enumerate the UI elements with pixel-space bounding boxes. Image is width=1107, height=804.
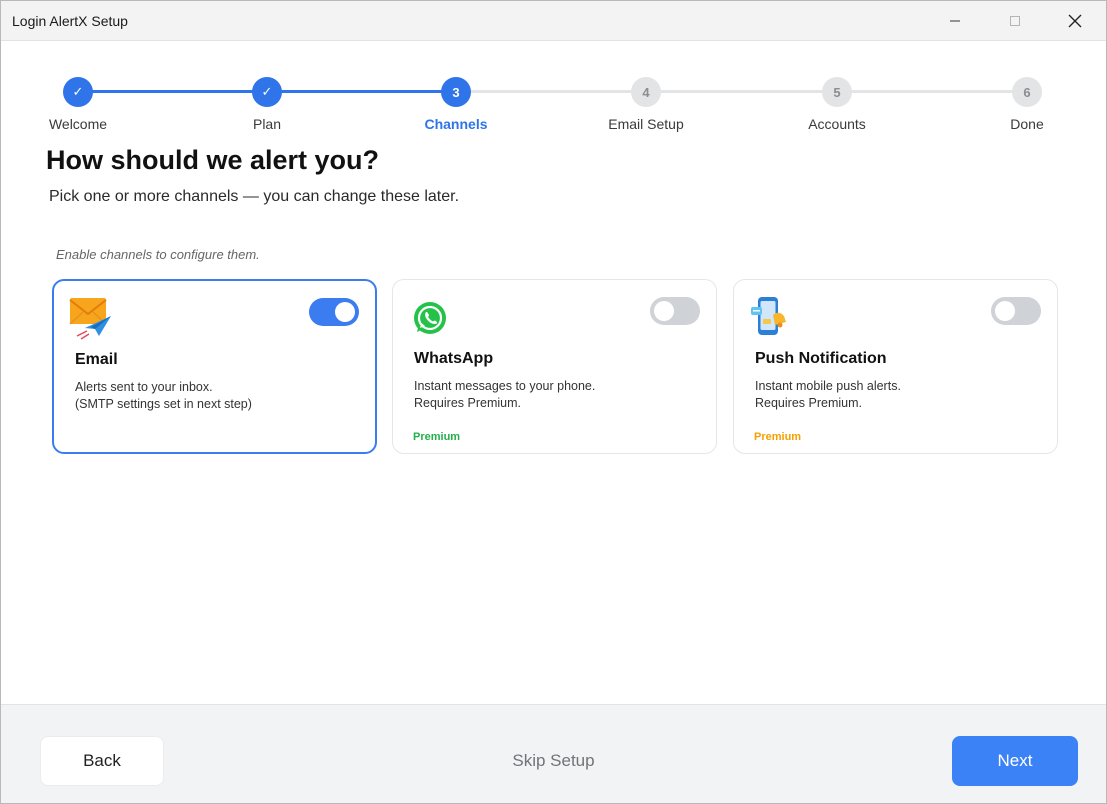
channel-name: WhatsApp bbox=[414, 350, 494, 367]
toggle-knob bbox=[995, 301, 1015, 321]
channel-description: Instant messages to your phone. Requires… bbox=[414, 378, 595, 412]
minimize-icon bbox=[950, 20, 960, 22]
channel-description-line: Requires Premium. bbox=[755, 396, 862, 410]
close-button[interactable] bbox=[1045, 1, 1105, 41]
channel-card-whatsapp[interactable]: WhatsApp Instant messages to your phone.… bbox=[392, 279, 717, 454]
next-button[interactable]: Next bbox=[952, 736, 1078, 786]
channel-description-line: Requires Premium. bbox=[414, 396, 521, 410]
title-bar: Login AlertX Setup bbox=[1, 1, 1106, 41]
channel-card-push-notification[interactable]: Push Notification Instant mobile push al… bbox=[733, 279, 1058, 454]
premium-badge: Premium bbox=[754, 431, 802, 443]
page-subtitle: Pick one or more channels — you can chan… bbox=[49, 188, 460, 205]
step-done-check: ✓ bbox=[63, 77, 93, 107]
step-done: 6 Done bbox=[967, 77, 1087, 132]
premium-badge: Premium bbox=[413, 431, 461, 443]
step-number: 4 bbox=[631, 77, 661, 107]
minimize-button[interactable] bbox=[925, 1, 985, 41]
channel-name: Email bbox=[75, 351, 118, 368]
close-icon bbox=[1068, 14, 1082, 28]
channel-description-line: Alerts sent to your inbox. bbox=[75, 380, 213, 394]
step-number: 3 bbox=[441, 77, 471, 107]
step-connector-pending bbox=[456, 90, 1027, 93]
footer-bar: Back Skip Setup Next bbox=[1, 704, 1106, 803]
channels-hint: Enable channels to configure them. bbox=[56, 247, 260, 262]
whatsapp-toggle[interactable] bbox=[650, 297, 700, 325]
push-notification-icon bbox=[749, 295, 793, 339]
setup-window: Login AlertX Setup ✓ Welcome ✓ Plan 3 Ch… bbox=[0, 0, 1107, 804]
email-toggle[interactable] bbox=[309, 298, 359, 326]
skip-setup-link[interactable]: Skip Setup bbox=[481, 751, 626, 771]
maximize-icon bbox=[1010, 16, 1020, 26]
step-label: Done bbox=[1010, 116, 1044, 132]
channel-description: Instant mobile push alerts. Requires Pre… bbox=[755, 378, 901, 412]
step-done-check: ✓ bbox=[252, 77, 282, 107]
step-label: Accounts bbox=[808, 116, 866, 132]
channel-description-line: Instant mobile push alerts. bbox=[755, 379, 901, 393]
step-label: Email Setup bbox=[608, 116, 684, 132]
step-label: Channels bbox=[424, 116, 488, 132]
email-icon bbox=[69, 296, 113, 340]
maximize-button[interactable] bbox=[985, 1, 1045, 41]
channel-description-line: Instant messages to your phone. bbox=[414, 379, 596, 393]
step-welcome: ✓ Welcome bbox=[18, 77, 138, 132]
toggle-knob bbox=[654, 301, 674, 321]
channel-description-line: (SMTP settings set in next step) bbox=[75, 397, 252, 411]
channel-description: Alerts sent to your inbox. (SMTP setting… bbox=[75, 379, 252, 413]
progress-stepper: ✓ Welcome ✓ Plan 3 Channels 4 Email Setu… bbox=[1, 41, 1106, 141]
whatsapp-icon bbox=[408, 295, 452, 339]
step-plan: ✓ Plan bbox=[207, 77, 327, 132]
channel-name: Push Notification bbox=[755, 350, 887, 367]
page-title: How should we alert you? bbox=[46, 145, 380, 175]
window-title: Login AlertX Setup bbox=[12, 13, 128, 29]
step-number: 6 bbox=[1012, 77, 1042, 107]
back-button[interactable]: Back bbox=[40, 736, 164, 786]
channel-card-email[interactable]: Email Alerts sent to your inbox. (SMTP s… bbox=[52, 279, 377, 454]
step-label: Welcome bbox=[48, 116, 108, 132]
step-label: Plan bbox=[252, 116, 282, 132]
step-email-setup: 4 Email Setup bbox=[586, 77, 706, 132]
push-notification-toggle[interactable] bbox=[991, 297, 1041, 325]
step-number: 5 bbox=[822, 77, 852, 107]
step-channels: 3 Channels bbox=[396, 77, 516, 132]
toggle-knob bbox=[335, 302, 355, 322]
step-accounts: 5 Accounts bbox=[777, 77, 897, 132]
